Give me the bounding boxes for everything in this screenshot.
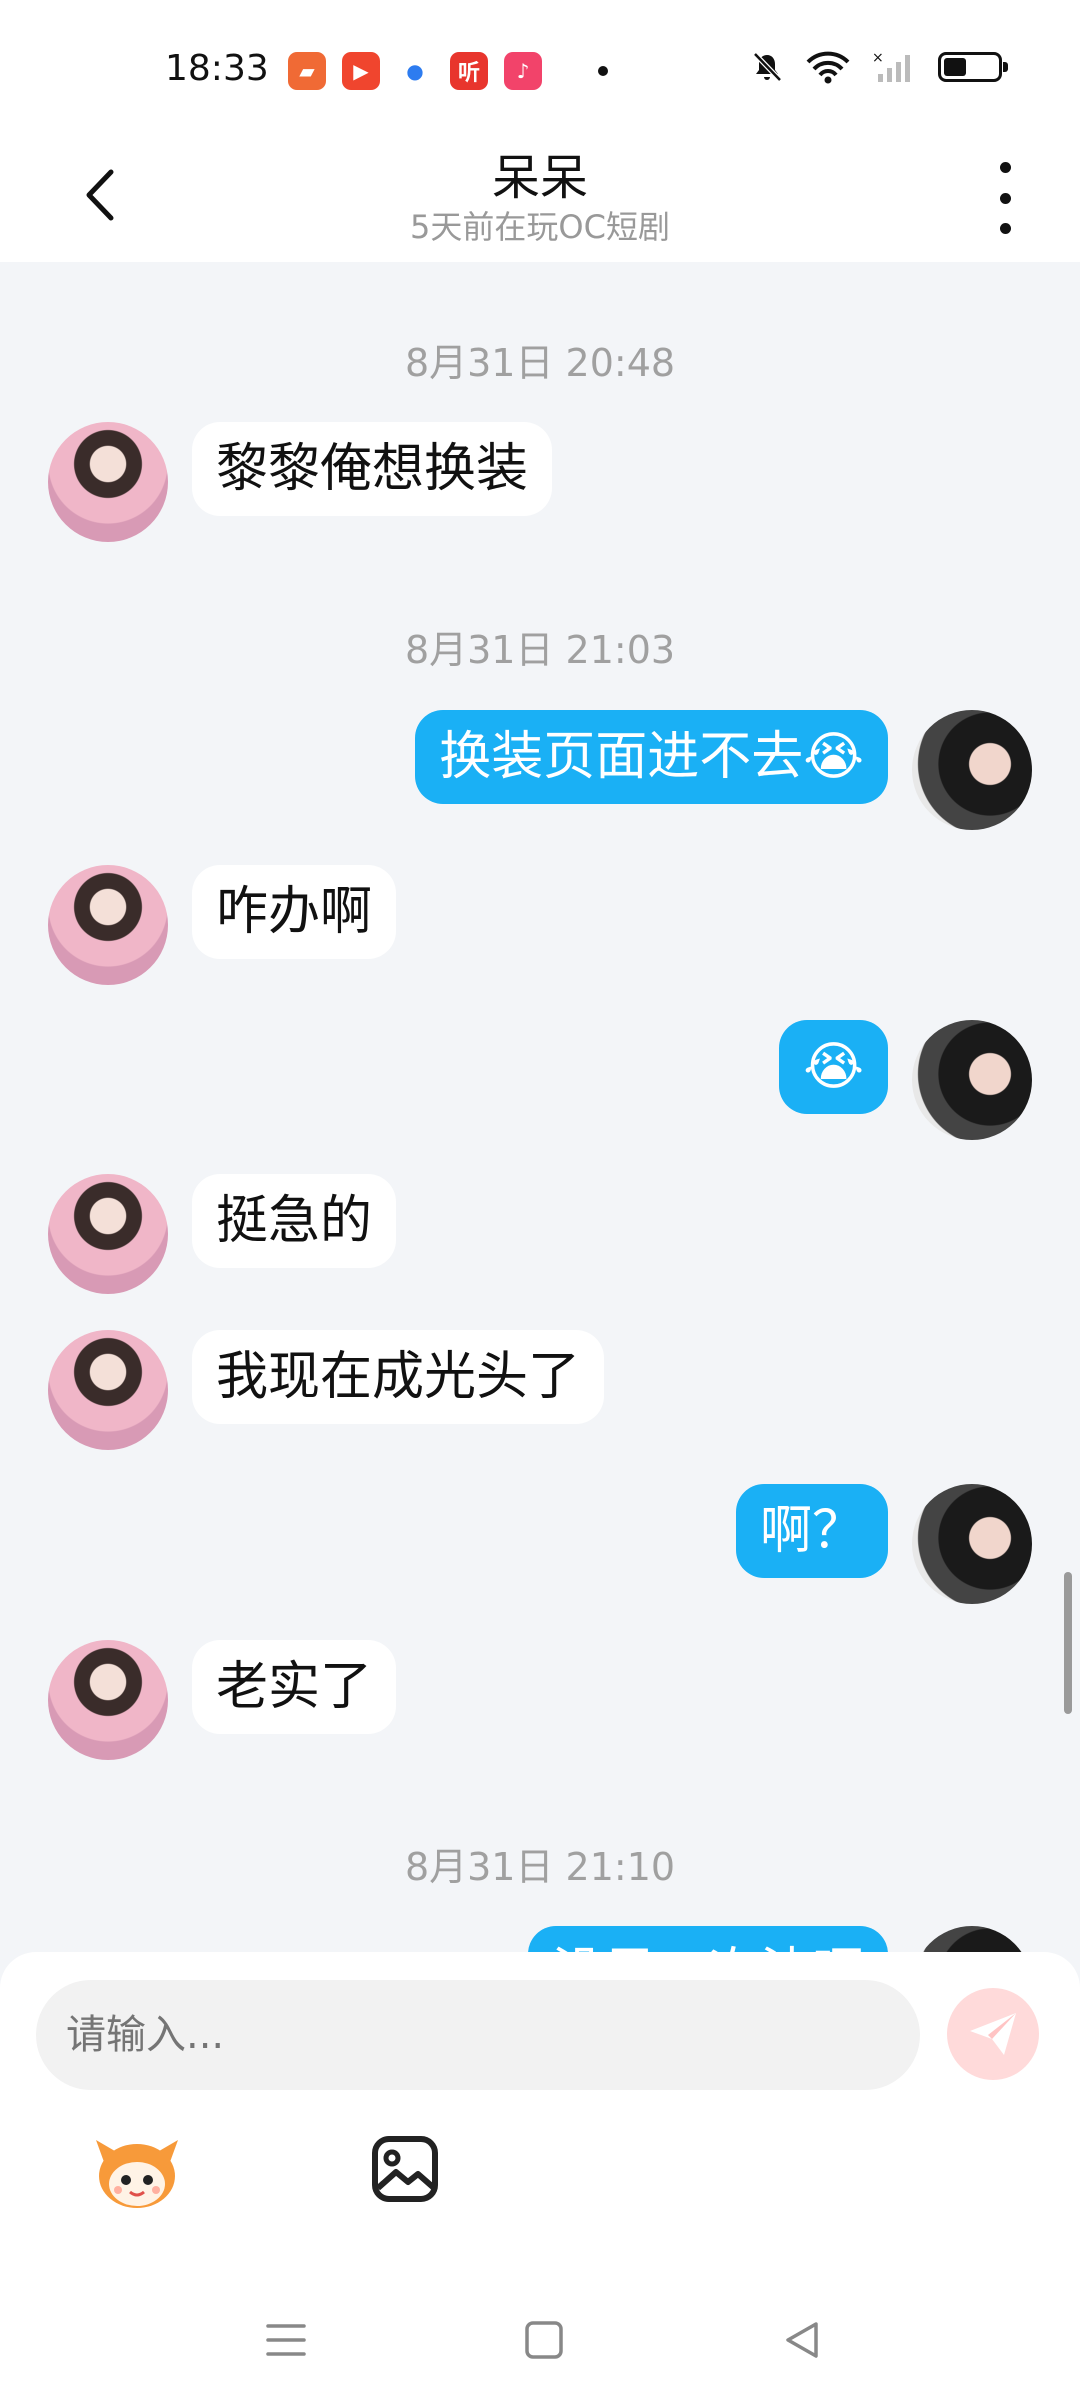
message-bubble-sent[interactable]: 没早二次沈呀 (527, 1926, 888, 1952)
menu-lines-icon (266, 2324, 306, 2356)
send-button[interactable] (947, 1988, 1039, 2080)
message-bubble-sent[interactable]: 啊？ (735, 1484, 888, 1578)
more-dot-icon (999, 223, 1011, 234)
contact-status: 5天前在玩OC短剧 (410, 208, 670, 246)
back-triangle-icon (786, 2322, 818, 2358)
more-dot-icon (999, 192, 1011, 204)
scrollbar[interactable] (1064, 1572, 1072, 1714)
cellular-signal-icon: × (872, 50, 910, 82)
baidu-app-icon: ● (396, 52, 434, 90)
mascot-icon (96, 2140, 178, 2208)
message-list[interactable]: 8月31日 20:48 黎黎俺想换装 8月31日 21:03 换装页面进不去😭 … (0, 262, 1080, 1952)
message-bubble-sent[interactable]: 换装页面进不去😭 (415, 710, 888, 804)
status-time: 18:33 (165, 48, 269, 89)
wifi-icon (806, 51, 850, 84)
message-bubble-received[interactable]: 我现在成光头了 (192, 1330, 605, 1424)
recent-apps-button[interactable] (256, 2310, 316, 2370)
message-bubble-received[interactable]: 咋办啊 (192, 865, 397, 959)
listen-app-icon: 听 (450, 52, 488, 90)
svg-text:×: × (872, 50, 884, 66)
send-plane-icon (970, 2013, 1016, 2055)
contact-avatar[interactable] (48, 1330, 168, 1450)
image-icon (372, 2136, 438, 2202)
home-button[interactable] (514, 2310, 574, 2370)
home-square-icon (525, 2321, 563, 2359)
message-input[interactable] (36, 1980, 920, 2090)
system-nav-bar (0, 2280, 1080, 2400)
my-avatar[interactable] (912, 1484, 1032, 1604)
my-avatar[interactable] (912, 1926, 1032, 1952)
chat-header: 呆呆 5天前在玩OC短剧 (0, 130, 1080, 262)
message-bubble-received[interactable]: 老实了 (192, 1640, 397, 1734)
mute-bell-icon (753, 52, 782, 82)
timestamp: 8月31日 20:48 (404, 341, 676, 385)
timestamp: 8月31日 21:03 (404, 628, 676, 672)
contact-avatar[interactable] (48, 1640, 168, 1760)
image-picker-button[interactable] (370, 2134, 440, 2204)
video-app-icon: ▶ (342, 52, 380, 90)
system-indicators: × (750, 50, 1008, 84)
reader-app-icon: ▰ (288, 52, 326, 90)
message-bubble-received[interactable]: 挺急的 (192, 1174, 397, 1268)
mascot-sticker-button[interactable] (92, 2132, 182, 2212)
status-bar: 18:33 ▰ ▶ ● 听 ♪ × (0, 0, 1080, 130)
contact-avatar[interactable] (48, 1174, 168, 1294)
contact-name: 呆呆 (491, 150, 588, 206)
timestamp: 8月31日 21:10 (404, 1845, 676, 1889)
contact-avatar[interactable] (48, 422, 168, 542)
battery-icon (938, 52, 1008, 82)
contact-avatar[interactable] (48, 865, 168, 985)
music-app-icon: ♪ (504, 52, 542, 90)
notification-icons: ▰ ▶ ● 听 ♪ (288, 52, 608, 90)
more-notifications-dot-icon (598, 66, 608, 76)
nav-back-button[interactable] (772, 2310, 832, 2370)
more-options-button[interactable] (990, 162, 1020, 234)
more-dot-icon (999, 162, 1011, 173)
my-avatar[interactable] (912, 710, 1032, 830)
my-avatar[interactable] (912, 1020, 1032, 1140)
message-bubble-received[interactable]: 黎黎俺想换装 (192, 422, 553, 516)
message-bubble-sent[interactable]: 😭 (779, 1020, 888, 1114)
